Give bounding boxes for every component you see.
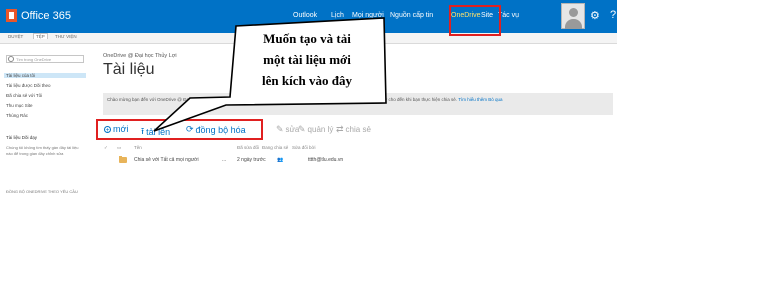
- onedrive-highlight-box: [449, 5, 501, 36]
- callout-line-3: lên kích vào đây: [262, 73, 352, 88]
- search-input[interactable]: Tìm trong OneDrive: [6, 55, 84, 63]
- sync-onedrive-link[interactable]: ĐỒNG BỘ ONEDRIVE THEO YÊU CẦU: [6, 189, 78, 194]
- notice-text: Chào mừng bạn đến với OneDrive @ Đại học…: [107, 97, 458, 102]
- tab-files[interactable]: TỆP: [33, 33, 48, 39]
- left-navigation: Tìm trong OneDrive Tài liệu của tôi Tài …: [0, 43, 92, 226]
- brand-label: Office 365: [21, 9, 71, 22]
- nav-people[interactable]: Mọi người: [352, 12, 390, 19]
- folder-icon: [119, 156, 127, 163]
- column-header-modified-by[interactable]: Sửa đổi bởi: [292, 145, 315, 150]
- callout-text: Muốn tạo và tải một tài liệu mới lên kíc…: [238, 28, 376, 91]
- column-header-name[interactable]: Tên: [134, 145, 142, 150]
- sidebar-item-followed[interactable]: Tài liệu được Dõi theo: [6, 83, 50, 88]
- share-label: chia sẻ: [345, 125, 371, 134]
- select-all-checkbox[interactable]: ✓: [104, 145, 108, 151]
- share-icon: ⇄: [336, 124, 344, 134]
- sidebar-item-my-documents[interactable]: Tài liệu của tôi: [4, 73, 86, 78]
- search-icon: [8, 56, 14, 62]
- nav-newsfeed[interactable]: Nguồn cấp tin: [390, 12, 451, 19]
- nav-tasks[interactable]: Tác vụ: [498, 12, 520, 19]
- file-type-icon: ▭: [117, 145, 122, 150]
- row-more-menu[interactable]: ...: [222, 157, 226, 163]
- gear-icon[interactable]: ⚙: [590, 9, 600, 22]
- recent-docs-description: Chúng tôi không tìm thấy gần đây tài liệ…: [6, 145, 79, 156]
- recent-docs-heading: Tài liệu Dõi dạy: [6, 135, 38, 140]
- help-icon[interactable]: ?: [610, 9, 616, 21]
- nav-outlook[interactable]: Outlook: [293, 12, 331, 19]
- pencil-icon: ✎: [276, 124, 284, 134]
- sidebar-item-shared-with-me[interactable]: Đã chia sẻ với Tôi: [6, 93, 42, 98]
- column-header-sharing[interactable]: Đang chia sẻ: [262, 145, 288, 150]
- callout-line-2: một tài liệu mới: [263, 52, 351, 67]
- nav-calendar[interactable]: Lịch: [331, 12, 352, 19]
- manage-icon: ✎: [298, 124, 306, 134]
- sidebar-item-site-folders[interactable]: Thu mục Site: [6, 103, 33, 108]
- welcome-notice: Chào mừng bạn đến với OneDrive @ Đại học…: [103, 93, 613, 115]
- sidebar-item-recycle-bin[interactable]: Thùng Rác: [6, 113, 28, 118]
- people-icon: 👥: [277, 157, 284, 163]
- manage-label: quản lý: [307, 125, 334, 134]
- office365-brand[interactable]: Office 365: [6, 9, 71, 22]
- edit-button[interactable]: ✎ sửa: [276, 124, 299, 135]
- breadcrumb[interactable]: OneDrive @ Đại học Thủy Lợi: [103, 53, 177, 59]
- notice-learn-more-link[interactable]: Tìm hiểu thêm: [458, 97, 487, 102]
- manage-button[interactable]: ✎ quản lý: [298, 124, 333, 135]
- notice-dismiss-link[interactable]: Bỏ qua: [488, 97, 502, 102]
- row-name[interactable]: Chia sẻ với Tất cả mọi người: [134, 157, 199, 163]
- tab-browse[interactable]: DUYỆT: [8, 34, 23, 39]
- command-highlight-box: [96, 119, 263, 140]
- row-modified: 2 ngày trước: [237, 157, 266, 163]
- tab-library[interactable]: THƯ VIỆN: [55, 34, 77, 39]
- page-title: Tài liệu: [103, 61, 155, 78]
- avatar[interactable]: [561, 3, 585, 29]
- callout-line-1: Muốn tạo và tải: [263, 31, 351, 46]
- row-modified-by[interactable]: tttth@tlu.edu.vn: [308, 157, 343, 163]
- share-button[interactable]: ⇄ chia sẻ: [336, 124, 371, 135]
- office-logo-icon: [6, 9, 17, 22]
- column-header-modified[interactable]: Đã sửa đổi: [237, 145, 259, 150]
